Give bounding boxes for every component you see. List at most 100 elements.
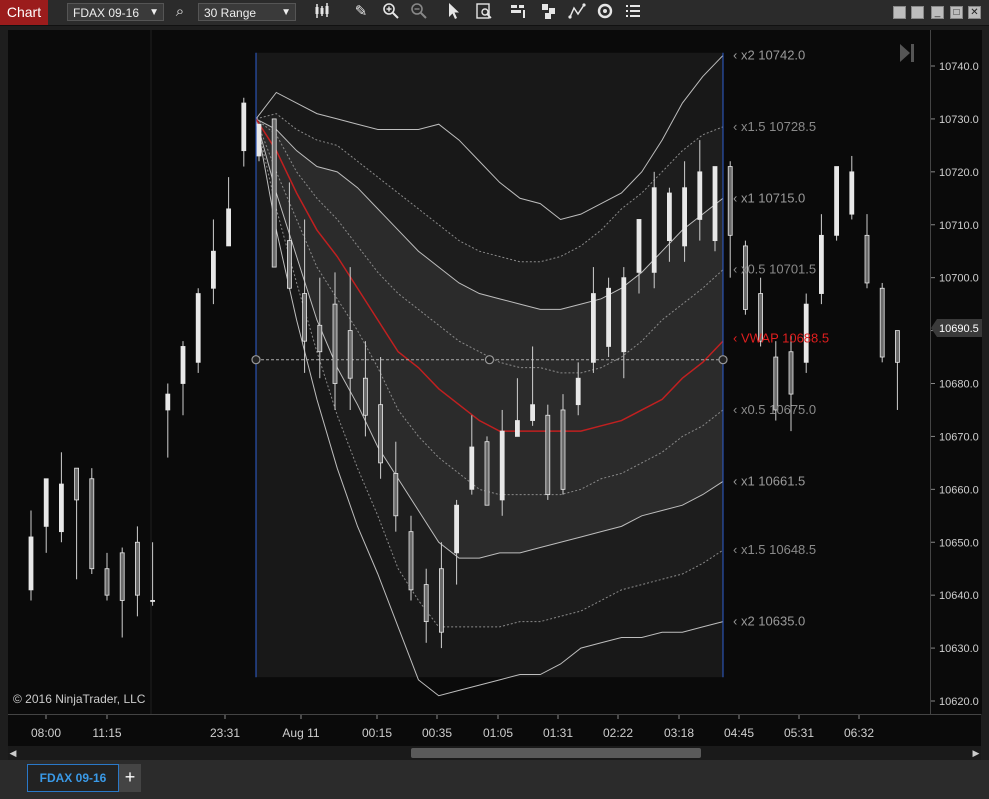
strategies-icon[interactable] [507,2,529,22]
tab-fdax[interactable]: FDAX 09-16 [27,764,119,792]
search-icon[interactable]: ⌕ [169,2,191,22]
pointer-icon[interactable] [442,2,464,22]
candle [651,171,657,289]
drawing-tools-icon[interactable] [566,2,588,22]
candle-body [408,531,414,591]
candle [104,552,110,601]
y-tick-label: 10660.0 [939,484,979,496]
scroll-to-end-icon[interactable] [898,42,916,67]
vwap-band-label: ‹ x0.5 10701.5 [733,262,816,277]
price-axis-svg: 10740.0 10730.0 10720.0 10710.0 10700.0 10690… [931,61,982,708]
horizontal-scrollbar[interactable]: ◀ ▶ [8,746,981,760]
chart-panel[interactable]: ‹ x2 10742.0 ‹ x1.5 10728.5 ‹ x1 10715.0 ‹ … [8,30,930,714]
candle-body [651,187,657,273]
y-tick-label: 10700.0 [939,273,979,285]
candle-body [864,234,870,284]
minimize-icon[interactable]: _ [931,6,944,19]
y-tick-label: 10680.0 [939,379,979,391]
candle-body [256,123,262,157]
candle-body [28,536,34,591]
candle-body [195,293,201,363]
instrument-selector[interactable]: FDAX 09-16 ▼ [67,3,164,21]
chevron-down-icon: ▼ [149,7,159,18]
candle-body [499,430,505,501]
price-axis[interactable]: 10740.0 10730.0 10720.0 10710.0 10700.0 10690… [930,30,982,714]
candle-body [621,277,627,353]
candle-body [560,409,566,490]
scroll-right-icon[interactable]: ▶ [971,746,981,760]
interval-selector[interactable]: 30 Range ▼ [198,3,296,21]
close-icon[interactable]: ✕ [968,6,981,19]
candle [895,330,900,410]
candle-body [636,219,642,273]
vwap-band-label: ‹ x1.5 10728.5 [733,119,816,134]
candle-body [286,240,292,289]
candle [849,155,855,220]
candle-body [667,192,672,242]
vwap-band-label: ‹ x1.5 10648.5 [733,542,816,557]
vwap-band-label: ‹ x0.5 10675.0 [733,402,816,417]
candle-body [575,377,581,406]
candle [606,277,611,358]
candle [727,161,733,278]
candle-body [104,568,110,596]
last-price-label: 10690.5 [939,323,979,335]
reload-icon[interactable] [594,2,616,22]
candle-body [514,420,520,437]
candle [210,219,216,305]
candle [165,383,171,458]
candle-body [210,250,216,289]
candle-body [423,584,429,623]
maximize-icon[interactable]: □ [950,6,963,19]
copyright-text: © 2016 NinjaTrader, LLC [13,692,146,706]
vwap-band-label: ‹ x1 10661.5 [733,473,805,488]
data-box-icon[interactable] [473,2,495,22]
pencil-icon[interactable]: ✎ [350,2,372,22]
candle-body [895,330,900,363]
y-tick-label: 10730.0 [939,114,979,126]
candle-body [332,303,338,384]
candle-body [788,351,794,395]
candle-body [606,287,611,347]
candle-body [180,346,186,384]
zoom-out-icon[interactable] [408,2,430,22]
candle [226,177,232,247]
candle-body [819,234,824,294]
candle-body [362,377,368,416]
zoom-in-icon[interactable] [380,2,402,22]
candle [28,510,34,601]
x-tick-label: 06:32 [844,726,874,740]
candle-body [119,552,125,601]
candle-body [469,446,475,490]
x-tick-label: 02:22 [603,726,633,740]
bar-type-icon[interactable] [312,2,334,22]
add-tab-button[interactable]: + [119,764,141,792]
chart-title[interactable]: Chart [0,0,48,25]
candle-body [135,541,140,596]
candle-body [317,324,323,353]
scroll-left-icon[interactable]: ◀ [8,746,18,760]
vwap-band-label: ‹ x1 10715.0 [733,190,805,205]
tile-icon[interactable] [911,6,924,19]
vwap-band-label: ‹ VWAP 10688.5 [733,331,829,346]
indicators-icon[interactable] [538,2,560,22]
candle [712,166,718,252]
vwap-band-label: ‹ x2 10635.0 [733,614,805,629]
candle-body [165,393,171,411]
candle [74,467,79,580]
time-axis[interactable]: 08:00 11:15 23:31 Aug 11 00:15 00:35 01:05 01:3… [8,714,981,747]
time-axis-svg: 08:00 11:15 23:31 Aug 11 00:15 00:35 01:05 01:3… [31,715,874,740]
tile-icon[interactable] [893,6,906,19]
candle-body [241,102,247,152]
candle-body [378,404,384,464]
vwap-band-label: ‹ x2 10742.0 [733,47,805,62]
y-tick-label: 10670.0 [939,431,979,443]
scrollbar-thumb[interactable] [411,748,701,758]
candle-body [834,166,839,236]
candle [545,404,551,500]
candle [119,547,125,638]
candle-body [438,568,444,633]
list-icon[interactable] [622,2,644,22]
candle [484,436,490,506]
price-chart-svg[interactable]: ‹ x2 10742.0 ‹ x1.5 10728.5 ‹ x1 10715.0 ‹ … [8,30,930,714]
